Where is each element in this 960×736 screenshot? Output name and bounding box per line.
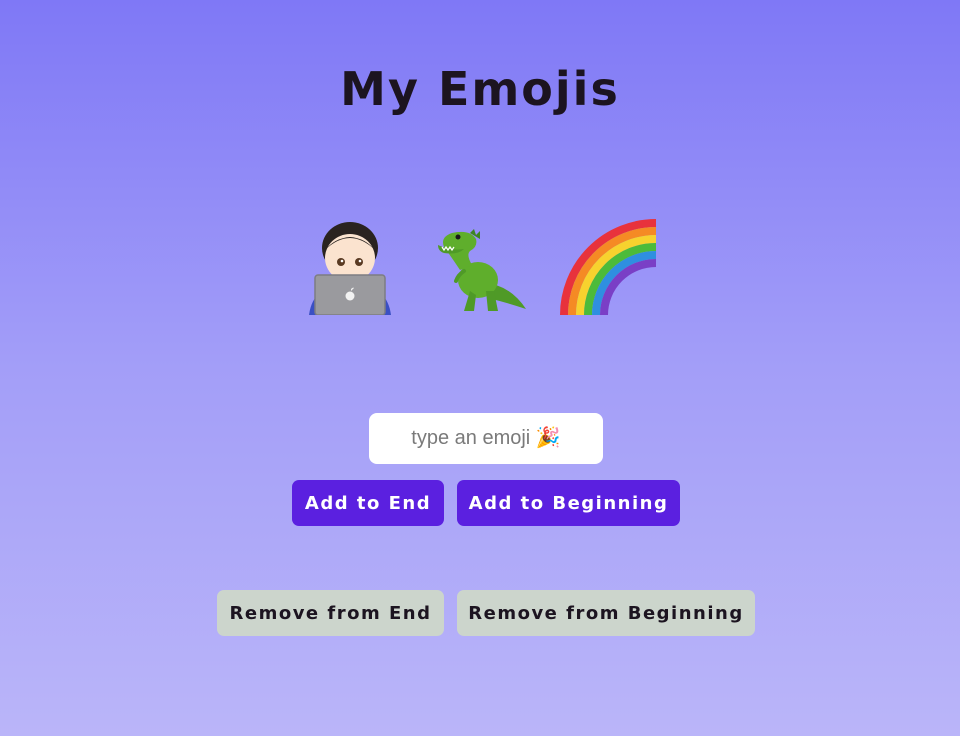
add-to-end-button[interactable]: Add to End bbox=[292, 480, 444, 526]
emoji-list bbox=[0, 205, 960, 315]
emoji-item bbox=[560, 205, 660, 315]
technologist-laptop-icon bbox=[309, 222, 391, 315]
t-rex-icon bbox=[438, 229, 526, 311]
emoji-input[interactable] bbox=[369, 413, 603, 464]
page-title: My Emojis bbox=[340, 62, 620, 116]
emoji-item bbox=[430, 205, 530, 315]
add-to-beginning-button[interactable]: Add to Beginning bbox=[457, 480, 680, 526]
emoji-item bbox=[300, 205, 400, 315]
remove-from-end-button[interactable]: Remove from End bbox=[217, 590, 444, 636]
rainbow-icon bbox=[560, 219, 657, 315]
remove-from-beginning-button[interactable]: Remove from Beginning bbox=[457, 590, 755, 636]
